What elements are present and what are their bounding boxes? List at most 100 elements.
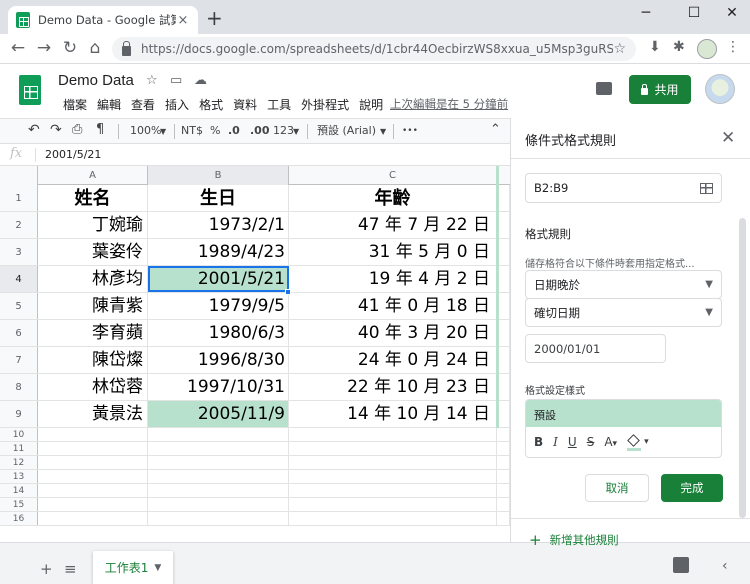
- menu-view[interactable]: 查看: [126, 96, 160, 113]
- underline-button[interactable]: U: [568, 435, 577, 449]
- collapse-side-panel-icon[interactable]: ‹: [722, 558, 728, 574]
- cell-name[interactable]: 葉姿伶: [38, 239, 148, 265]
- cell-name[interactable]: 陳青紫: [38, 293, 148, 319]
- add-sheet-button[interactable]: +: [40, 560, 53, 578]
- row-header[interactable]: 11: [0, 442, 38, 455]
- row-header[interactable]: 13: [0, 470, 38, 483]
- cell-birthday[interactable]: 1973/2/1: [148, 212, 289, 238]
- empty-cell[interactable]: [148, 442, 289, 455]
- done-button[interactable]: 完成: [661, 474, 723, 502]
- cell-birthday[interactable]: 生日: [148, 185, 289, 211]
- undo-icon[interactable]: ↶: [28, 122, 40, 138]
- cell-age[interactable]: 41 年 0 月 18 日: [289, 293, 497, 319]
- profile-icon[interactable]: [697, 39, 717, 59]
- column-header-c[interactable]: C: [289, 166, 497, 185]
- bold-button[interactable]: B: [534, 435, 543, 449]
- sheets-logo-icon[interactable]: [19, 75, 41, 105]
- star-icon[interactable]: ☆: [146, 73, 158, 88]
- close-window-button[interactable]: ✕: [718, 4, 746, 24]
- style-preview[interactable]: 預設: [526, 400, 721, 427]
- print-icon[interactable]: ⎙: [72, 122, 82, 138]
- row-header[interactable]: 15: [0, 498, 38, 511]
- menu-file[interactable]: 檔案: [58, 96, 92, 113]
- empty-cell[interactable]: [497, 442, 510, 455]
- empty-cell[interactable]: [497, 470, 510, 483]
- font-select[interactable]: 預設 (Arial): [317, 123, 376, 139]
- empty-cell[interactable]: [38, 498, 148, 511]
- fill-handle[interactable]: [285, 289, 291, 295]
- add-rule-button[interactable]: + 新增其他規則: [529, 531, 619, 549]
- menu-data[interactable]: 資料: [228, 96, 262, 113]
- download-icon[interactable]: ⬇: [649, 39, 661, 55]
- row-header[interactable]: 8: [0, 374, 38, 400]
- empty-cell[interactable]: [497, 484, 510, 497]
- forward-button[interactable]: →: [33, 38, 55, 58]
- document-title[interactable]: Demo Data: [58, 72, 134, 89]
- row-header[interactable]: 5: [0, 293, 38, 319]
- cell-name[interactable]: 陳岱燦: [38, 347, 148, 373]
- close-icon[interactable]: ✕: [721, 128, 735, 148]
- extensions-icon[interactable]: ✱: [673, 39, 685, 55]
- cell-name[interactable]: 林岱蓉: [38, 374, 148, 400]
- row-header[interactable]: 4: [0, 266, 38, 292]
- sheet-tab-caret-icon[interactable]: ▼: [154, 563, 161, 573]
- select-all-corner[interactable]: [0, 166, 38, 185]
- comments-icon[interactable]: [596, 82, 612, 95]
- new-tab-button[interactable]: +: [206, 8, 223, 28]
- empty-cell[interactable]: [38, 456, 148, 469]
- empty-cell[interactable]: [148, 484, 289, 497]
- decrease-decimal-button[interactable]: .0: [228, 123, 240, 139]
- maximize-button[interactable]: ☐: [680, 4, 708, 24]
- cell-birthday[interactable]: 1996/8/30: [148, 347, 289, 373]
- row-header[interactable]: 9: [0, 401, 38, 427]
- cell-age[interactable]: 19 年 4 月 2 日: [289, 266, 497, 292]
- empty-cell[interactable]: [497, 428, 510, 441]
- date-type-select[interactable]: 確切日期 ▼: [525, 298, 722, 327]
- menu-addons[interactable]: 外掛程式: [296, 96, 354, 113]
- reload-button[interactable]: ↻: [59, 38, 81, 58]
- row-header[interactable]: 14: [0, 484, 38, 497]
- font-caret-icon[interactable]: ▼: [380, 124, 386, 140]
- collapse-menu-icon[interactable]: ⌃: [490, 122, 501, 138]
- cell-age[interactable]: 47 年 7 月 22 日: [289, 212, 497, 238]
- menu-insert[interactable]: 插入: [160, 96, 194, 113]
- formula-input[interactable]: 2001/5/21: [45, 148, 101, 161]
- cell-name[interactable]: 丁婉瑜: [38, 212, 148, 238]
- share-button[interactable]: 共用: [629, 75, 691, 104]
- cell-birthday[interactable]: 1979/9/5: [148, 293, 289, 319]
- sheet-tab[interactable]: 工作表1 ▼: [93, 551, 173, 584]
- row-header[interactable]: 6: [0, 320, 38, 346]
- cell-age[interactable]: 40 年 3 月 20 日: [289, 320, 497, 346]
- panel-scrollbar[interactable]: [739, 218, 746, 518]
- cell-age[interactable]: 年齡: [289, 185, 497, 211]
- apply-range-input[interactable]: B2:B9: [525, 173, 722, 203]
- menu-edit[interactable]: 編輯: [92, 96, 126, 113]
- cell-age[interactable]: 14 年 10 月 14 日: [289, 401, 497, 427]
- cell-age[interactable]: 31 年 5 月 0 日: [289, 239, 497, 265]
- cell-birthday[interactable]: 2005/11/9: [148, 401, 289, 427]
- row-header[interactable]: 2: [0, 212, 38, 238]
- select-range-icon[interactable]: [700, 182, 713, 194]
- empty-cell[interactable]: [38, 512, 148, 525]
- explore-icon[interactable]: [673, 557, 689, 573]
- menu-format[interactable]: 格式: [194, 96, 228, 113]
- empty-cell[interactable]: [148, 456, 289, 469]
- row-header[interactable]: 1: [0, 185, 38, 211]
- empty-cell[interactable]: [289, 442, 497, 455]
- increase-decimal-button[interactable]: .00: [250, 123, 270, 139]
- avatar[interactable]: [705, 74, 735, 104]
- row-header[interactable]: 12: [0, 456, 38, 469]
- menu-tools[interactable]: 工具: [262, 96, 296, 113]
- column-header-a[interactable]: A: [38, 166, 148, 185]
- more-formats-caret-icon[interactable]: ▼: [293, 124, 299, 140]
- more-formats-button[interactable]: 123: [273, 123, 294, 139]
- menu-help[interactable]: 說明: [354, 96, 388, 113]
- empty-cell[interactable]: [148, 470, 289, 483]
- cell-age[interactable]: 24 年 0 月 24 日: [289, 347, 497, 373]
- zoom-caret-icon[interactable]: ▼: [160, 124, 166, 140]
- cell-name[interactable]: 林彥均: [38, 266, 148, 292]
- empty-cell[interactable]: [148, 428, 289, 441]
- cell-name[interactable]: 李育蘋: [38, 320, 148, 346]
- cell-age[interactable]: 22 年 10 月 23 日: [289, 374, 497, 400]
- back-button[interactable]: ←: [7, 38, 29, 58]
